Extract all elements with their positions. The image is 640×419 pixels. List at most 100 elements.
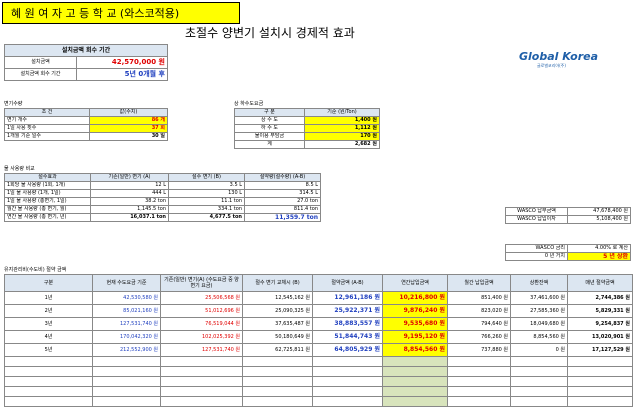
savings-blank-cell <box>4 386 93 397</box>
toilet-count-value[interactable]: 86 개 <box>89 116 168 125</box>
savings-blank-cell <box>4 356 93 367</box>
savings-cell: 17,127,529 원 <box>567 343 633 357</box>
savings-cell: 37,635,487 원 <box>242 317 313 331</box>
usage-label: 월간 물 사용량 (총 변기, 월) <box>4 205 91 214</box>
savings-blank-cell <box>510 396 568 407</box>
savings-blank-cell <box>510 356 568 367</box>
savings-blank-row <box>4 356 633 367</box>
wasco-rate-value: 4.00% 로 계산 <box>567 244 631 253</box>
toilet-count-label: 변기 개수 <box>4 116 90 125</box>
usage-label: 1일 물 사용량 (1개, 1일) <box>4 189 91 198</box>
savings-blank-cell <box>510 366 568 377</box>
savings-cell: 62,725,811 원 <box>242 343 313 357</box>
savings-row: 4년 170,042,320 원 102,025,392 원 50,180,649 원… <box>4 330 633 344</box>
savings-blank-cell <box>242 386 313 397</box>
savings-header-6: 월간 납입금액 <box>447 274 511 292</box>
supply-fee-value[interactable]: 1,400 원 <box>304 116 380 125</box>
savings-blank-cell <box>382 356 448 367</box>
usage-cell: 811.4 ton <box>244 205 321 214</box>
savings-cell: 64,805,929 원 <box>312 343 383 357</box>
fee-total-label: 계 <box>234 140 305 149</box>
daily-use-value[interactable]: 37 회 <box>89 124 168 133</box>
toilet-header-condition: 조 건 <box>4 108 90 117</box>
savings-blank-cell <box>242 376 313 387</box>
savings-cell: 127,531,740 원 <box>92 317 161 331</box>
logo-text: Global Korea <box>519 50 599 63</box>
usage-label: 1일 물 사용량 (총변기, 1일) <box>4 197 91 206</box>
savings-table: 구분 현재 수도요금 기준 기존(일반) 변기(A) (수도요금 중 양변기 요… <box>4 274 633 407</box>
install-cost-value: 42,570,000 원 <box>76 56 168 69</box>
savings-blank-cell <box>447 386 511 397</box>
usage-cell: 38.2 ton <box>90 197 169 206</box>
wasco-interest-value: 5,108,400 원 <box>567 215 631 224</box>
savings-blank-cell <box>567 386 633 397</box>
savings-blank-cell <box>567 396 633 407</box>
savings-blank-cell <box>312 396 383 407</box>
savings-cell: 27,585,360 원 <box>510 304 568 318</box>
savings-blank-cell <box>92 396 161 407</box>
usage-cell: 8.5 L <box>244 181 321 190</box>
savings-blank-cell <box>4 396 93 407</box>
usage-section-title: 물 사용량 비교 <box>4 166 35 172</box>
usage-row: 1일 물 사용량 (총변기, 1일) 38.2 ton 11.1 ton 27.0 t… <box>4 197 321 206</box>
savings-blank-cell <box>510 376 568 387</box>
savings-blank-cell <box>567 356 633 367</box>
usage-label: 1회당 물 사용량 (1회, 1개) <box>4 181 91 190</box>
savings-cell: 10,216,800 원 <box>382 291 448 305</box>
savings-blank-cell <box>382 366 448 377</box>
savings-header-5: 연간납입금액 <box>382 274 448 292</box>
water-fee-section-title: 상 하수도요금 <box>234 101 264 107</box>
wasco-repay-value[interactable]: 5 년 상환 <box>567 252 631 261</box>
savings-cell: 51,844,743 원 <box>312 330 383 344</box>
savings-cell: 5,829,331 원 <box>567 304 633 318</box>
savings-blank-cell <box>382 396 448 407</box>
savings-cell: 25,090,325 원 <box>242 304 313 318</box>
savings-blank-cell <box>382 386 448 397</box>
payback-period-label: 설치금액 회수 기간 <box>4 68 77 81</box>
savings-cell: 51,012,696 원 <box>160 304 243 318</box>
savings-blank-cell <box>312 386 383 397</box>
usage-cell: 314.5 L <box>244 189 321 198</box>
savings-blank-row <box>4 366 633 377</box>
month-days-label: 1개월 기준 일수 <box>4 132 90 141</box>
page-title: 초절수 양변기 설치시 경제적 효과 <box>185 26 355 40</box>
savings-row: 5년 212,552,900 원 127,531,740 원 62,725,811 원… <box>4 343 633 357</box>
savings-blank-cell <box>447 396 511 407</box>
savings-blank-cell <box>242 356 313 367</box>
usage-table: 절수효과 기존(일반) 변기 (A) 절수 변기 (B) 절약량(절수량) (A… <box>4 173 321 222</box>
wasco-grace-label: 0 년 거치 <box>505 252 568 261</box>
payback-header: 설치금액 회수 기간 <box>4 44 168 57</box>
usage-cell: 4,677.5 ton <box>168 213 245 222</box>
savings-blank-cell <box>447 356 511 367</box>
savings-cell: 8,854,560 원 <box>382 343 448 357</box>
usage-cell: 11,359.7 ton <box>244 213 321 222</box>
supply-fee-label: 상 수 도 <box>234 116 305 125</box>
savings-year: 2년 <box>4 304 93 318</box>
usage-cell: 3.5 L <box>168 181 245 190</box>
school-title: 혜 원 여 자 고 등 학 교 (와스코적용) <box>11 7 180 20</box>
usage-cell: 12 L <box>90 181 169 190</box>
wasco-interest-label: WASCO 납입이자 <box>505 215 568 224</box>
savings-blank-cell <box>447 366 511 377</box>
savings-cell: 25,506,568 원 <box>160 291 243 305</box>
savings-cell: 8,854,560 원 <box>510 330 568 344</box>
usage-charge-value[interactable]: 170 원 <box>304 132 380 141</box>
savings-section-title: 유지관리비(수도비) 절약 금액 <box>4 267 67 273</box>
savings-blank-cell <box>92 386 161 397</box>
savings-blank-cell <box>4 376 93 387</box>
savings-cell: 13,020,901 원 <box>567 330 633 344</box>
savings-blank-row <box>4 386 633 397</box>
savings-blank-cell <box>92 356 161 367</box>
usage-header-2: 절수 변기 (B) <box>168 173 245 182</box>
logo-subtext: 글로벌코리아(주) <box>537 63 566 68</box>
toilet-table: 조 건 값(수치) 변기 개수 86 개 1일 사용 횟수 37 회 1개월 기준 … <box>4 108 168 141</box>
sewer-fee-value[interactable]: 1,112 원 <box>304 124 380 133</box>
wasco-payment-table: WASCO 납부금액 47,678,400 원 WASCO 납입이자 5,108,4… <box>505 207 631 224</box>
savings-cell: 12,545,162 원 <box>242 291 313 305</box>
savings-header-7: 상환잔액 <box>510 274 568 292</box>
usage-cell: 334.1 ton <box>168 205 245 214</box>
savings-blank-cell <box>312 376 383 387</box>
savings-cell: 50,180,649 원 <box>242 330 313 344</box>
usage-row: 연간 물 사용량 (총 변기, 년) 16,037.1 ton 4,677.5 to… <box>4 213 321 222</box>
savings-cell: 0 원 <box>510 343 568 357</box>
